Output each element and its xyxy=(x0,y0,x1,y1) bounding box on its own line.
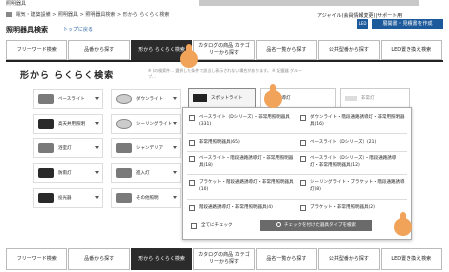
checkbox[interactable] xyxy=(189,140,195,146)
tab-free-word[interactable]: フリーワード検索 xyxy=(6,40,68,60)
type-option[interactable]: 非常用照明器具(65) xyxy=(189,139,294,146)
chevron-down-icon xyxy=(173,97,177,100)
create-estimate-button[interactable]: 展開書・見積書を作成 xyxy=(372,19,443,29)
tab-product-list[interactable]: 品名一覧から探す xyxy=(255,40,318,60)
chandelier-icon xyxy=(116,143,132,153)
base-light-icon xyxy=(38,94,54,104)
site-brand: 照明器具 xyxy=(6,1,27,7)
tab-led-replacement[interactable]: LED置き換え検索 xyxy=(380,248,442,270)
tab-shape-search[interactable]: 形から らくらく検索 xyxy=(130,248,193,270)
chevron-down-icon xyxy=(173,146,177,149)
chevron-down-icon xyxy=(95,122,99,125)
checkbox[interactable] xyxy=(191,223,197,229)
search-tabs-bottom: フリーワード検索 品番から探す 形から らくらく検索 カタログの商品 カテゴリー… xyxy=(6,248,443,270)
back-to-top-link[interactable]: トップに戻る xyxy=(63,26,93,33)
high-ceiling-icon xyxy=(38,119,54,129)
home-icon[interactable] xyxy=(6,12,12,17)
chevron-down-icon xyxy=(95,171,99,174)
type-option[interactable]: ブラケット・非常用照明器具(2) xyxy=(300,204,405,211)
top-nav-bar xyxy=(199,0,419,6)
search-note: ※ (の検索件... 選択した条件で該当し表示されない場合があります。 ※ 記載… xyxy=(148,68,303,79)
chevron-down-icon xyxy=(95,146,99,149)
tab-catalog-category[interactable]: カタログの商品 カテゴリーから探す xyxy=(193,40,255,60)
spotlight-icon xyxy=(193,94,207,102)
category-bathroom-light[interactable]: 浴室灯 xyxy=(33,138,103,158)
tab-product-list[interactable]: 品名一覧から探す xyxy=(255,248,318,270)
pointer-hand-icon xyxy=(258,84,286,112)
check-all-option[interactable]: 全てにチェック xyxy=(191,222,233,229)
search-checked-button[interactable]: チェックを付けた器具タイプを検索 xyxy=(260,220,372,231)
chevron-down-icon xyxy=(95,196,99,199)
type-option[interactable]: ベースライト（Dシリーズ）(21) xyxy=(300,139,405,146)
divider xyxy=(187,199,407,200)
divider xyxy=(187,151,407,152)
tab-public-number[interactable]: 公共型番から探す xyxy=(318,248,380,270)
category-base-light[interactable]: ベースライト xyxy=(33,89,103,109)
type-option[interactable]: ブラケット・階段通路誘導灯・非常用照明器具(10) xyxy=(189,179,294,193)
tab-led-replacement[interactable]: LED置き換え検索 xyxy=(380,40,442,60)
floodlight-icon xyxy=(38,193,54,203)
tab-part-number[interactable]: 品番から探す xyxy=(68,40,130,60)
breadcrumb-item[interactable]: 照明器具 xyxy=(58,12,78,18)
checkbox[interactable] xyxy=(300,140,306,146)
search-heading: 形から らくらく検索 xyxy=(20,71,115,81)
tab-public-number[interactable]: 公共型番から探す xyxy=(318,40,380,60)
bathroom-light-icon xyxy=(38,143,54,153)
other-light-icon xyxy=(116,193,132,203)
tab-part-number[interactable]: 品番から探す xyxy=(68,248,130,270)
tab-free-word[interactable]: フリーワード検索 xyxy=(6,248,68,270)
pointer-hand-icon xyxy=(174,44,202,72)
chevron-down-icon xyxy=(173,171,177,174)
type-option[interactable]: ダウンライト・階段通路誘導灯・非常用照明器具(16) xyxy=(300,114,405,128)
rainproof-light-icon xyxy=(38,168,54,178)
type-option[interactable]: シーリングライト・ブラケット・階段通路誘導灯(8) xyxy=(300,179,405,193)
tab-catalog-category[interactable]: カタログの商品 カテゴリーから探す xyxy=(193,248,255,270)
ceiling-light-icon xyxy=(116,119,132,129)
checkbox[interactable] xyxy=(189,180,195,186)
breadcrumb: 電気・建築設備 > 照明器具 > 照明器具検索 > 形から らくらく検索 xyxy=(6,11,169,18)
breadcrumb-current: 形から らくらく検索 xyxy=(122,12,170,18)
divider xyxy=(187,174,407,175)
checkbox[interactable] xyxy=(189,115,195,121)
type-dropdown-panel: ベースライト（Dシリーズ）・非常用照明器具(331) ダウンライト・階段通路誘導… xyxy=(182,107,412,240)
type-option[interactable]: 階段通路誘導灯・非常用照明器具(4) xyxy=(189,204,294,211)
selector-emergency-light[interactable]: 非常灯 xyxy=(340,88,410,108)
selector-spotlight[interactable]: スポットライト xyxy=(188,88,256,108)
chevron-down-icon xyxy=(173,196,177,199)
search-icon xyxy=(276,222,281,227)
category-rainproof-light[interactable]: 防雨灯 xyxy=(33,163,103,183)
chevron-down-icon xyxy=(95,97,99,100)
breadcrumb-item[interactable]: 照明器具検索 xyxy=(85,12,115,18)
page-title: 照明器具検索 xyxy=(6,26,48,34)
breadcrumb-item[interactable]: 電気・建築設備 xyxy=(16,12,51,18)
approach-light-icon xyxy=(116,168,132,178)
checkbox[interactable] xyxy=(189,156,195,162)
chevron-down-icon xyxy=(173,122,177,125)
category-high-ceiling[interactable]: 高天井用照明 xyxy=(33,114,103,134)
category-downlight[interactable]: ダウンライト xyxy=(111,89,181,109)
type-option[interactable]: ベースライト・階段通路誘導灯・非常用照明器具(18) xyxy=(189,155,294,169)
checkbox[interactable] xyxy=(300,205,306,211)
category-approach-light[interactable]: 進入灯 xyxy=(111,163,181,183)
checkbox[interactable] xyxy=(300,180,306,186)
pointer-hand-icon xyxy=(388,212,416,240)
category-ceiling-light[interactable]: シーリングライト xyxy=(111,114,181,134)
checkbox[interactable] xyxy=(300,156,306,162)
emergency-light-icon xyxy=(345,95,357,101)
checkbox[interactable] xyxy=(189,205,195,211)
search-tabs: フリーワード検索 品番から探す 形から らくらく検索 カタログの商品 カテゴリー… xyxy=(6,40,443,62)
category-chandelier[interactable]: シャンデリア xyxy=(111,138,181,158)
divider xyxy=(187,133,407,134)
category-floodlight[interactable]: 投光器 xyxy=(33,188,103,208)
checkbox[interactable] xyxy=(300,115,306,121)
type-option[interactable]: ベースライト（Dシリーズ）・階段通路誘導灯・非常用照明器具(12) xyxy=(300,155,405,169)
led-badge: LED xyxy=(357,19,368,29)
category-other[interactable]: その他照明 xyxy=(111,188,181,208)
type-option[interactable]: ベースライト（Dシリーズ）・非常用照明器具(331) xyxy=(189,114,294,128)
downlight-icon xyxy=(116,94,132,104)
user-info[interactable]: アジャイル(会員情報変更)|サポート用 xyxy=(317,12,402,19)
